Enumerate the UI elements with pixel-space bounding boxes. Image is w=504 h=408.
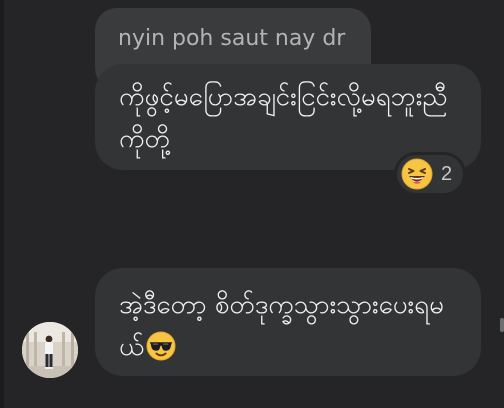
message-text: ကိုဖွင့်မပြောအချင်းငြင်းလို့မရဘူးညီကိုတိ… xyxy=(119,82,448,154)
avatar-photo xyxy=(22,322,78,378)
reaction-count: 2 xyxy=(441,162,453,185)
reply-quoted-text: nyin poh saut nay dr xyxy=(118,26,346,51)
laughing-face-icon xyxy=(401,158,433,190)
message-bubble[interactable]: အဲ့ဒီတော့ စိတ်ဒုက္ခသွားသွားပေးရမယ် xyxy=(95,268,481,376)
reaction-badge[interactable]: 2 xyxy=(394,152,466,196)
avatar[interactable] xyxy=(22,322,78,378)
message-text: အဲ့ဒီတော့ စိတ်ဒုက္ခသွားသွားပေးရမယ် xyxy=(119,284,459,368)
scroll-indicator xyxy=(500,318,504,332)
sunglasses-face-icon xyxy=(146,331,176,361)
left-panel-edge xyxy=(0,0,4,408)
